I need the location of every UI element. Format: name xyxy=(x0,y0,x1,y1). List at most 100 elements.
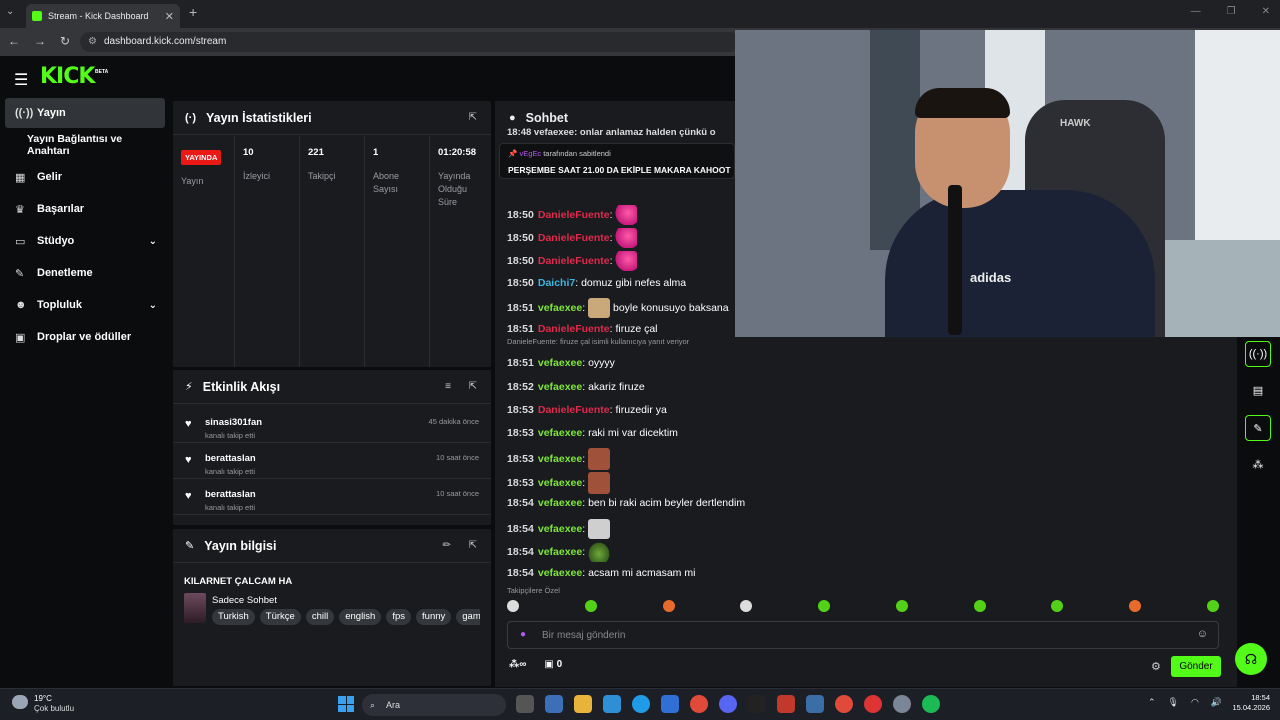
pinned-message[interactable]: 📌 vEgEc tarafından sabitlendi PERŞEMBE S… xyxy=(499,143,735,179)
emote-button[interactable] xyxy=(1129,600,1142,612)
chat-username[interactable]: DanieleFuente xyxy=(538,323,610,335)
wrench-rail-button[interactable]: ✎ xyxy=(1245,415,1271,441)
browser-tab[interactable]: Stream - Kick Dashboard ✕ xyxy=(26,4,180,28)
app-icon[interactable] xyxy=(806,695,824,713)
explorer-icon[interactable] xyxy=(574,695,592,713)
send-button[interactable]: Gönder xyxy=(1171,656,1221,677)
activity-user[interactable]: sinasi301fan xyxy=(205,417,262,428)
mic-icon[interactable]: 🎙 xyxy=(1168,697,1179,708)
emote-button[interactable] xyxy=(895,600,908,612)
chat-username[interactable]: vefaexee xyxy=(538,302,582,314)
chevron-up-icon[interactable]: ⌃ xyxy=(1148,697,1156,708)
close-tab-icon[interactable]: ✕ xyxy=(165,10,174,23)
reload-icon[interactable]: ↻ xyxy=(60,34,70,48)
popout-icon[interactable]: ⇱ xyxy=(469,381,477,392)
followers-only-label: Takipçilere Özel xyxy=(507,586,560,595)
chat-points: ⁂∞ ▣ 0 xyxy=(509,659,562,670)
filter-icon[interactable]: ≡ xyxy=(445,381,451,392)
taskbar-search[interactable]: ⌕ Ara xyxy=(362,694,506,716)
wifi-icon[interactable]: ◠ xyxy=(1191,697,1199,708)
sidebar-item-stream-key[interactable]: Yayın Bağlantısı ve Anahtarı xyxy=(5,130,165,160)
edit-icon[interactable]: ✏ xyxy=(443,540,451,551)
activity-user[interactable]: berattaslan xyxy=(205,453,256,464)
forward-icon[interactable]: → xyxy=(34,34,46,48)
edge-icon[interactable] xyxy=(632,695,650,713)
chat-username[interactable]: DanieleFuente xyxy=(538,232,610,244)
tab-search-icon[interactable]: ⌄ xyxy=(6,6,14,17)
mail-icon[interactable] xyxy=(661,695,679,713)
clock[interactable]: 18:54 15.04.2026 xyxy=(1226,693,1270,713)
menu-icon[interactable]: ☰ xyxy=(14,70,28,90)
chrome-icon[interactable] xyxy=(835,695,853,713)
chat-username[interactable]: vefaexee xyxy=(538,523,582,535)
kick-logo[interactable]: KICK xyxy=(40,66,95,88)
broadcast-rail-button[interactable]: ((·)) xyxy=(1245,341,1271,367)
emote-button[interactable] xyxy=(662,600,675,612)
activity-header: ⚡ Etkinlik Akışı xyxy=(173,370,491,404)
gear-icon[interactable]: ⚙ xyxy=(1151,660,1161,673)
stat-duration: 01:20:58 Yayında Olduğu Süre xyxy=(430,136,491,367)
chat-username[interactable]: vefaexee xyxy=(538,477,582,489)
discord-icon[interactable] xyxy=(719,695,737,713)
popout-icon[interactable]: ⇱ xyxy=(469,112,477,123)
stat-status: YAYINDA Yayın xyxy=(173,136,235,367)
spotify-icon[interactable] xyxy=(922,695,940,713)
sidebar-item-denetleme[interactable]: ✎ Denetleme xyxy=(5,258,165,288)
back-icon[interactable]: ← xyxy=(8,34,20,48)
sidebar-item-yayin[interactable]: ((·)) Yayın xyxy=(5,98,165,128)
close-window-icon[interactable]: ✕ xyxy=(1262,6,1270,17)
activity-user[interactable]: berattaslan xyxy=(205,489,256,500)
emote-button[interactable] xyxy=(1051,600,1064,612)
emote-button[interactable] xyxy=(584,600,597,612)
chat-username[interactable]: DanieleFuente xyxy=(538,209,610,221)
emote-button[interactable] xyxy=(1206,600,1219,612)
points-icon[interactable]: ⁂∞ xyxy=(509,659,526,670)
voicemod-icon[interactable] xyxy=(777,695,795,713)
activity-desc: kanalı takip etti xyxy=(205,467,256,476)
emote-button[interactable] xyxy=(507,600,519,612)
emoji-icon[interactable]: ☺ xyxy=(1197,628,1208,640)
emote-button[interactable] xyxy=(818,600,831,612)
chat-username[interactable]: Daichi7 xyxy=(538,277,575,289)
sidebar-item-gelir[interactable]: ▦ Gelir xyxy=(5,162,165,192)
minimize-icon[interactable]: — xyxy=(1191,6,1201,17)
url-field[interactable]: ⚙ dashboard.kick.com/stream xyxy=(80,32,740,52)
obs-icon[interactable] xyxy=(864,695,882,713)
settings-icon[interactable] xyxy=(893,695,911,713)
sidebar-item-topluluk[interactable]: ☻ Topluluk ⌄ xyxy=(5,290,165,320)
new-tab-icon[interactable]: + xyxy=(189,4,197,20)
capcut-icon[interactable] xyxy=(748,695,766,713)
community-rail-button[interactable]: ⁂ xyxy=(1245,451,1271,477)
mic-icon[interactable]: ● xyxy=(520,629,526,640)
sidebar-item-basarilar[interactable]: ♛ Başarılar xyxy=(5,194,165,224)
chat-username[interactable]: vefaexee xyxy=(538,381,582,393)
sidebar-item-label: Denetleme xyxy=(37,267,93,279)
store-icon[interactable]: ▣ 0 xyxy=(544,659,562,670)
sidebar-item-studyo[interactable]: ▭ Stüdyo ⌄ xyxy=(5,226,165,256)
chat-username[interactable]: vefaexee xyxy=(538,546,582,558)
chat-username[interactable]: vefaexee xyxy=(538,497,582,509)
chat-username[interactable]: DanieleFuente xyxy=(538,255,610,267)
calculator-icon[interactable] xyxy=(603,695,621,713)
volume-icon[interactable]: 🔊 xyxy=(1211,697,1222,708)
chrome-icon[interactable] xyxy=(690,695,708,713)
chat-username[interactable]: vefaexee xyxy=(538,427,582,439)
chat-username[interactable]: DanieleFuente xyxy=(538,404,610,416)
chat-username[interactable]: vefaexee xyxy=(538,453,582,465)
popout-icon[interactable]: ⇱ xyxy=(469,540,477,551)
maximize-icon[interactable]: ❐ xyxy=(1227,6,1236,17)
site-info-icon[interactable]: ⚙ xyxy=(88,32,97,52)
chat-username[interactable]: vefaexee xyxy=(538,357,582,369)
chat-message: 18:54 vefaexee: ben bi raki acim beyler d… xyxy=(507,495,745,511)
stat-label: Takipçi xyxy=(308,171,336,181)
start-icon[interactable] xyxy=(338,696,354,712)
store-app-icon[interactable] xyxy=(545,695,563,713)
emote-button[interactable] xyxy=(973,600,986,612)
help-button[interactable]: ☊ xyxy=(1235,643,1267,675)
chat-input[interactable]: ● Bir mesaj gönderin ☺ xyxy=(507,621,1219,649)
sidebar-item-droplar[interactable]: ▣ Droplar ve ödüller xyxy=(5,322,165,352)
layout-rail-button[interactable]: ▤ xyxy=(1245,377,1271,403)
chat-username[interactable]: vefaexee xyxy=(538,567,582,579)
emote-button[interactable] xyxy=(740,600,753,612)
task-view-icon[interactable] xyxy=(516,695,534,713)
